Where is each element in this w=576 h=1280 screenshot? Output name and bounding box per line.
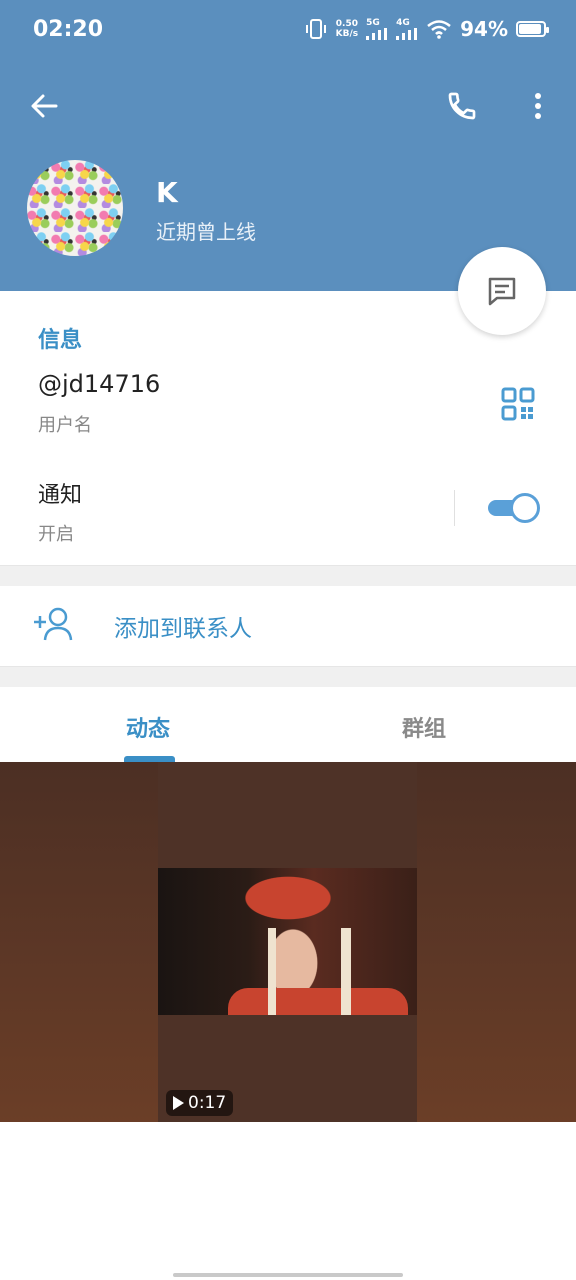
signal-bars-icon — [366, 27, 388, 40]
profile-name: K — [156, 176, 178, 209]
battery-fill — [519, 24, 542, 34]
status-bar: 02:20 0.50 KB/s 5G 4G 94% — [0, 0, 576, 62]
add-user-icon — [32, 606, 76, 642]
username-label: 用户名 — [38, 415, 92, 436]
back-button[interactable] — [22, 84, 66, 128]
play-icon — [173, 1096, 184, 1110]
thumbnail-detail — [228, 988, 408, 1015]
notifications-state: 开启 — [38, 524, 74, 545]
battery-icon — [516, 21, 549, 37]
media-background-right — [417, 762, 576, 1122]
add-to-contacts-button[interactable]: 添加到联系人 — [114, 609, 252, 643]
notifications-toggle[interactable] — [488, 493, 542, 523]
status-icons: 0.50 KB/s 5G 4G 94% — [304, 17, 549, 41]
avatar[interactable] — [27, 160, 123, 256]
signal-5g: 5G — [366, 17, 388, 40]
speed-value: 0.50 — [335, 19, 358, 29]
status-time: 02:20 — [33, 17, 104, 42]
section-divider — [0, 666, 576, 687]
video-duration-badge: 0:17 — [166, 1090, 234, 1116]
more-vertical-icon — [535, 93, 541, 119]
net2-label: 4G — [396, 17, 410, 28]
wifi-icon — [427, 20, 451, 39]
media-item[interactable]: 0:17 — [0, 762, 576, 1122]
qr-code-button[interactable] — [500, 386, 536, 422]
media-background-left — [0, 762, 158, 1122]
last-seen-status: 近期曾上线 — [156, 220, 256, 244]
tab-groups[interactable]: 群组 — [402, 711, 446, 743]
phone-icon — [448, 92, 476, 120]
more-menu-button[interactable] — [518, 84, 558, 128]
video-duration: 0:17 — [188, 1093, 227, 1113]
qr-code-icon — [501, 387, 535, 421]
tab-posts[interactable]: 动态 — [126, 711, 170, 743]
home-indicator[interactable] — [173, 1273, 403, 1277]
signal-4g: 4G — [396, 17, 418, 40]
call-button[interactable] — [440, 84, 484, 128]
add-to-contacts-row[interactable] — [0, 586, 576, 666]
send-message-button[interactable] — [458, 247, 546, 335]
vibrate-icon — [305, 19, 326, 39]
arrow-left-icon — [31, 94, 58, 118]
info-section-title: 信息 — [38, 328, 83, 353]
profile-header: 02:20 0.50 KB/s 5G 4G 94% K 近期曾上线 — [0, 0, 576, 291]
divider — [454, 490, 455, 526]
notifications-label: 通知 — [38, 483, 83, 508]
thumbnail-detail — [268, 928, 276, 1015]
net1-label: 5G — [366, 17, 380, 28]
speed-unit: KB/s — [335, 29, 359, 39]
username-value[interactable]: @jd14716 — [38, 370, 160, 398]
signal-bars-icon — [396, 27, 418, 40]
section-divider — [0, 565, 576, 586]
video-thumbnail — [158, 868, 417, 1015]
network-speed: 0.50 KB/s — [336, 19, 358, 39]
message-icon — [488, 277, 516, 306]
thumbnail-detail — [341, 928, 351, 1015]
battery-percent: 94% — [460, 17, 508, 41]
toggle-knob — [510, 493, 540, 523]
